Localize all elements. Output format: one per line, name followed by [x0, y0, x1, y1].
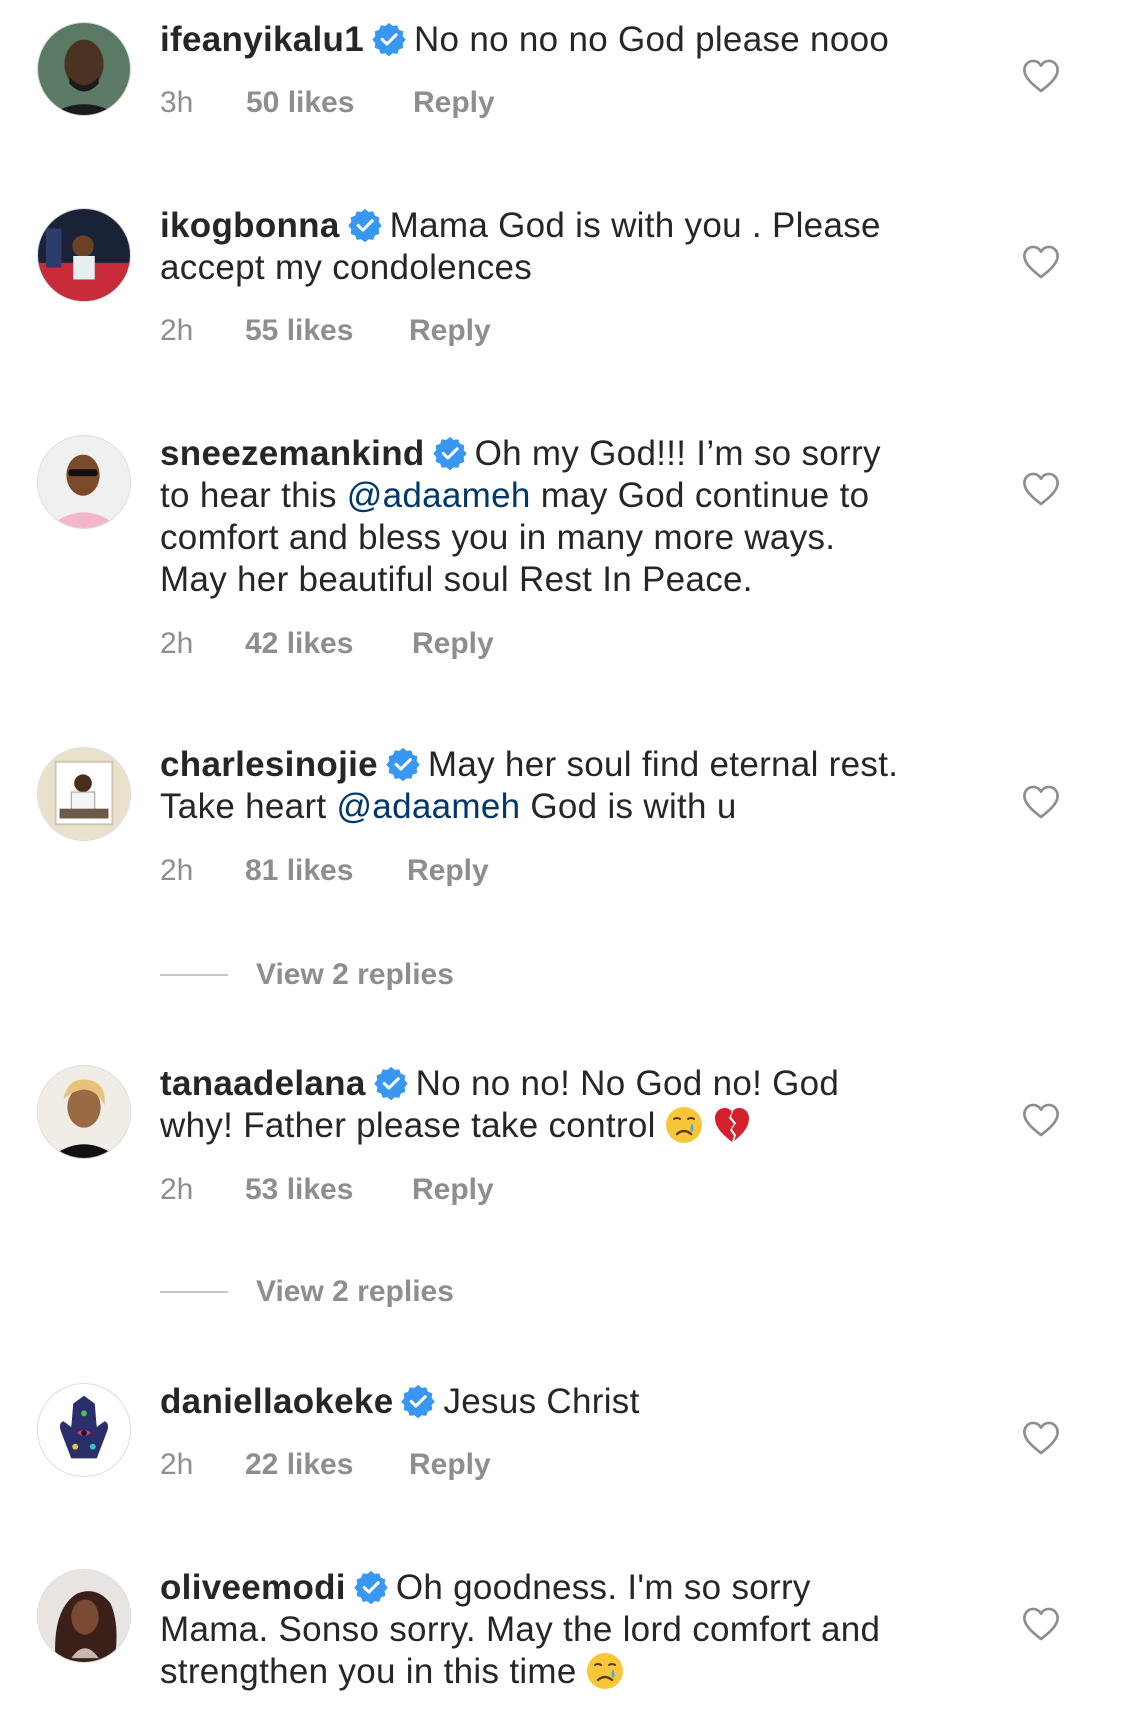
heart-icon[interactable] — [1022, 244, 1060, 280]
reply-button[interactable]: Reply — [409, 313, 491, 349]
comment-body: May her soul find eternal rest. — [427, 745, 899, 784]
comment-body: comfort and bless you in many more ways. — [160, 518, 836, 557]
heart-icon[interactable] — [1022, 784, 1060, 820]
likes-count[interactable]: 55 likes — [245, 313, 353, 349]
comment-time: 2h — [160, 1448, 194, 1481]
divider-line — [160, 1291, 228, 1293]
avatar[interactable] — [37, 1569, 131, 1663]
avatar[interactable] — [37, 22, 131, 116]
comment-text: daniellaokeke Jesus Christ — [160, 1381, 960, 1423]
comment-time: 3h — [160, 86, 194, 119]
reply-button[interactable]: Reply — [409, 1447, 491, 1483]
verified-badge-icon — [386, 747, 420, 781]
comment-username[interactable]: tanaadelana — [160, 1064, 366, 1103]
comment-body: accept my condolences — [160, 248, 533, 287]
verified-badge-icon — [354, 1570, 388, 1604]
likes-count[interactable]: 22 likes — [245, 1447, 353, 1483]
avatar[interactable] — [37, 747, 131, 841]
reply-button[interactable]: Reply — [412, 1172, 494, 1208]
comment-body: Oh goodness. I'm so sorry — [395, 1568, 811, 1607]
comment-time: 2h — [160, 1173, 194, 1206]
divider-line — [160, 974, 228, 976]
heart-icon[interactable] — [1022, 1102, 1060, 1138]
comment-body: Oh my God!!! I’m so sorry — [474, 434, 881, 473]
comment-body: strengthen you in this time — [160, 1652, 577, 1691]
verified-badge-icon — [433, 436, 467, 470]
view-replies-label[interactable]: View 2 replies — [256, 955, 454, 995]
comment-body: Mama God is with you . Please — [389, 206, 881, 245]
broken-heart-icon — [712, 1105, 752, 1145]
likes-count[interactable]: 53 likes — [245, 1172, 353, 1208]
likes-count[interactable]: 50 likes — [246, 85, 354, 121]
comment-body: may God continue to — [530, 476, 870, 515]
heart-icon[interactable] — [1022, 58, 1060, 94]
comment-body: why! Father please take control — [160, 1106, 656, 1145]
comment-body: No no no no God please nooo — [413, 20, 890, 59]
mention-link[interactable]: @adaameh — [347, 476, 531, 515]
view-replies-label[interactable]: View 2 replies — [256, 1272, 454, 1312]
verified-badge-icon — [401, 1384, 435, 1418]
comment-body: Jesus Christ — [443, 1382, 640, 1421]
comment-text: oliveemodi Oh goodness. I'm so sorry Mama… — [160, 1567, 960, 1693]
verified-badge-icon — [372, 22, 406, 56]
heart-icon[interactable] — [1022, 471, 1060, 507]
avatar[interactable] — [37, 1383, 131, 1477]
comment-text: sneezemankind Oh my God!!! I’m so sorry t… — [160, 433, 960, 601]
verified-badge-icon — [348, 208, 382, 242]
comment-username[interactable]: oliveemodi — [160, 1568, 346, 1607]
comment-body: to hear this — [160, 476, 347, 515]
comment-username[interactable]: charlesinojie — [160, 745, 378, 784]
crying-face-icon — [664, 1105, 704, 1145]
comment-body: No no no! No God no! God — [415, 1064, 840, 1103]
comment-time: 2h — [160, 627, 194, 660]
crying-face-icon — [585, 1651, 625, 1691]
comment-body: Mama. Sonso sorry. May the lord comfort … — [160, 1610, 881, 1649]
likes-count[interactable]: 81 likes — [245, 853, 353, 889]
comment-username[interactable]: sneezemankind — [160, 434, 425, 473]
heart-icon[interactable] — [1022, 1420, 1060, 1456]
avatar[interactable] — [37, 208, 131, 302]
comment-username[interactable]: daniellaokeke — [160, 1382, 393, 1421]
comment-username[interactable]: ifeanyikalu1 — [160, 20, 364, 59]
heart-icon[interactable] — [1022, 1606, 1060, 1642]
comment-body: Take heart — [160, 787, 337, 826]
comment-text: ikogbonna Mama God is with you . Please a… — [160, 205, 960, 289]
avatar[interactable] — [37, 435, 131, 529]
comment-time: 2h — [160, 314, 194, 347]
avatar[interactable] — [37, 1065, 131, 1159]
mention-link[interactable]: @adaameh — [336, 787, 520, 826]
reply-button[interactable]: Reply — [413, 85, 495, 121]
comment-username[interactable]: ikogbonna — [160, 206, 340, 245]
comment-body: God is with u — [520, 787, 737, 826]
comment-text: charlesinojie May her soul find eternal r… — [160, 744, 960, 828]
comment-text: tanaadelana No no no! No God no! God why!… — [160, 1063, 960, 1147]
reply-button[interactable]: Reply — [407, 853, 489, 889]
verified-badge-icon — [374, 1066, 408, 1100]
comment-time: 2h — [160, 854, 194, 887]
comment-text: ifeanyikalu1 No no no no God please nooo — [160, 19, 960, 61]
comment-body: May her beautiful soul Rest In Peace. — [160, 560, 753, 599]
reply-button[interactable]: Reply — [412, 626, 494, 662]
likes-count[interactable]: 42 likes — [245, 626, 353, 662]
